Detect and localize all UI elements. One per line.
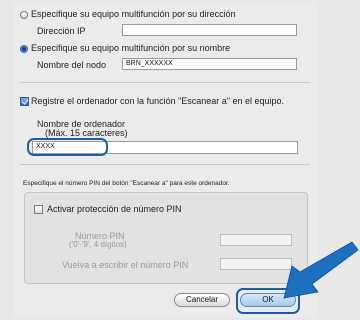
- pin-number-hint: ('0'-'9', 4 dígitos): [69, 240, 127, 249]
- node-name-label: Nombre del nodo: [37, 60, 107, 70]
- register-computer-label: Registre el ordenador con la función "Es…: [31, 96, 285, 106]
- pin-repeat-label: Vuelva a escribir el número PIN: [62, 260, 189, 270]
- pin-group: Activar protección de número PIN Número …: [24, 192, 308, 284]
- node-name-option-label: Especifique su equipo multifunción por s…: [31, 43, 231, 53]
- register-computer-checkbox[interactable]: [20, 97, 29, 106]
- node-name-field[interactable]: BRN_XXXXXX: [122, 58, 297, 70]
- separator: [20, 82, 310, 83]
- cancel-button[interactable]: Cancelar: [174, 293, 230, 307]
- node-name-radio[interactable]: [20, 45, 28, 53]
- ip-address-label: Dirección IP: [37, 26, 86, 36]
- ip-address-radio[interactable]: [20, 11, 28, 19]
- separator: [20, 164, 310, 165]
- ip-address-field[interactable]: [122, 24, 297, 36]
- ip-address-option-label: Especifique su equipo multifunción por s…: [31, 9, 236, 19]
- computer-name-hint: (Máx. 15 caracteres): [45, 128, 128, 138]
- pin-protection-label: Activar protección de número PIN: [47, 204, 182, 214]
- pointer-arrow-icon: [283, 241, 359, 299]
- pin-protection-checkbox[interactable]: [34, 205, 43, 214]
- pin-description: Especifique el número PIN del botón "Esc…: [23, 180, 230, 187]
- computer-name-highlight: [27, 138, 108, 156]
